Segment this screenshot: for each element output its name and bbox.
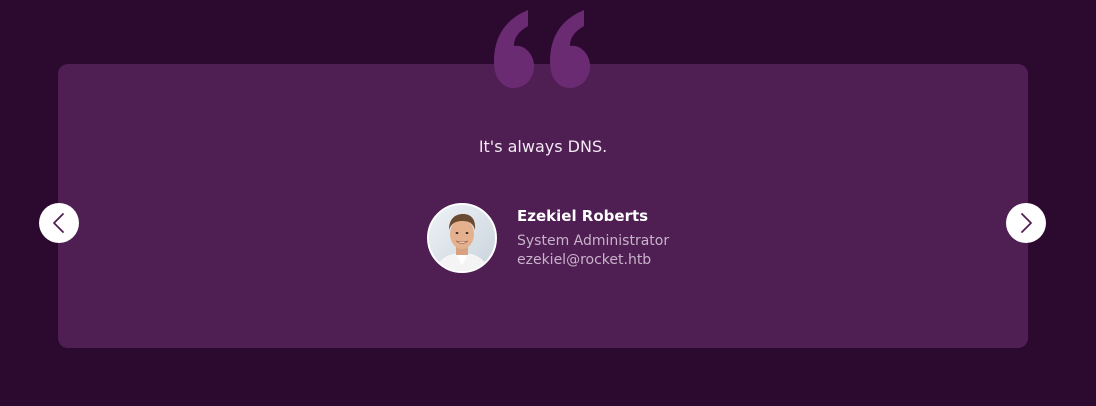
chevron-left-icon — [53, 213, 64, 233]
testimonial-quote: It's always DNS. — [478, 137, 608, 156]
author-role: System Administrator — [517, 233, 670, 249]
chevron-right-icon — [1021, 213, 1032, 233]
author-name: Ezekiel Roberts — [517, 207, 649, 225]
quote-icon — [494, 10, 590, 88]
avatar-image — [429, 205, 495, 271]
author-info: Ezekiel Roberts System Administrator eze… — [517, 206, 669, 270]
next-button[interactable] — [1006, 203, 1046, 243]
author-email: ezekiel@rocket.htb — [517, 252, 652, 268]
previous-button[interactable] — [39, 203, 79, 243]
testimonial-author: Ezekiel Roberts System Administrator eze… — [427, 202, 669, 274]
testimonial-card: It's always DNS. Ezekiel Roberts System … — [58, 64, 1028, 348]
avatar — [427, 203, 497, 273]
testimonial-section: It's always DNS. Ezekiel Roberts System … — [0, 0, 1096, 406]
